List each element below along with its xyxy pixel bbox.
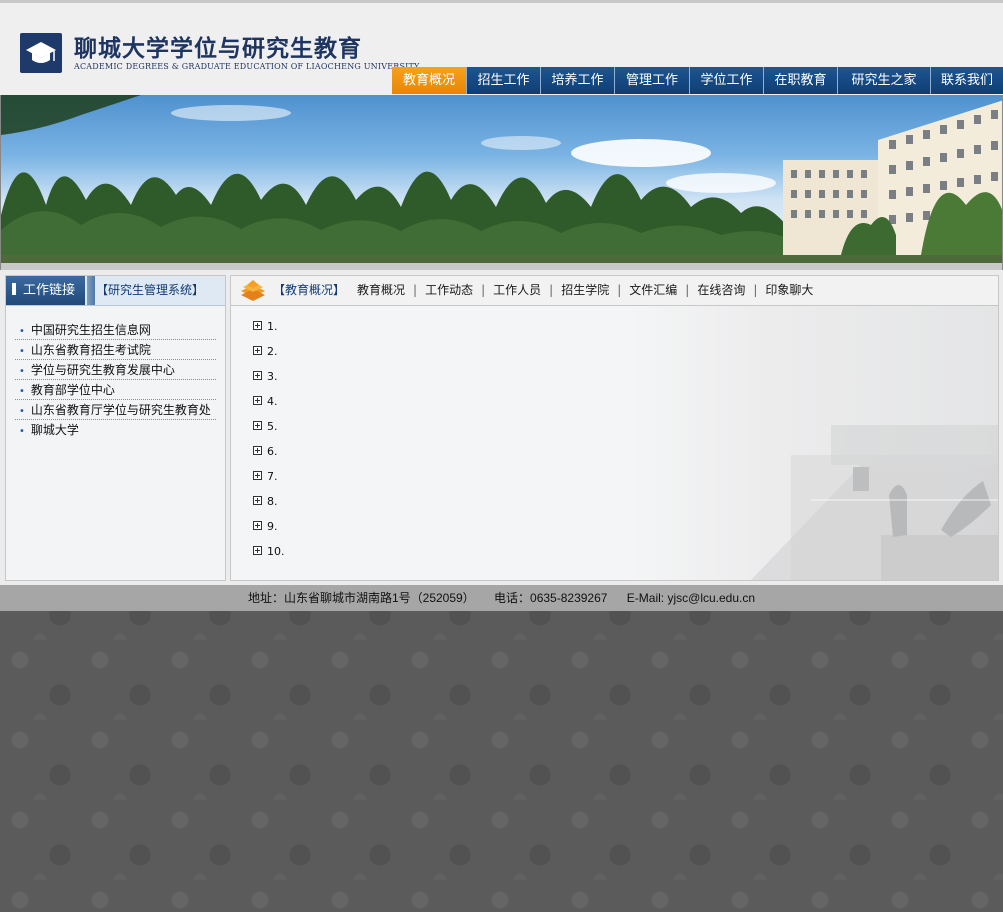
expand-plus-icon (253, 421, 262, 430)
work-links-list: • 中国研究生招生信息网 • 山东省教育招生考试院 • 学位与研究生教育发展中心 • 教… (15, 320, 216, 440)
expand-plus-icon (253, 471, 262, 480)
list-item[interactable]: 7. (253, 471, 285, 496)
bullet-icon: • (19, 386, 25, 397)
list-item[interactable]: 10. (253, 546, 285, 571)
header-separator (87, 276, 95, 305)
expand-plus-icon (253, 496, 262, 505)
overview-list: 1. 2. 3. 4. 5. 6. 7. 8. 9. 10. (253, 321, 285, 571)
list-item-label: 3. (267, 370, 278, 383)
subnav-impression[interactable]: 印象聊大 (765, 276, 813, 305)
list-item[interactable]: 3. (253, 371, 285, 396)
link-item[interactable]: • 山东省教育招生考试院 (15, 340, 216, 360)
links-panel: 工作链接 【研究生管理系统】 • 中国研究生招生信息网 • 山东省教育招生考试院 •… (5, 275, 226, 581)
list-item-label: 6. (267, 445, 278, 458)
list-item[interactable]: 1. (253, 321, 285, 346)
link-item[interactable]: • 山东省教育厅学位与研究生教育处 (15, 400, 216, 420)
nav-item-management[interactable]: 管理工作 (614, 67, 689, 94)
bullet-icon: • (19, 346, 25, 357)
work-links-tab[interactable]: 工作链接 (6, 276, 85, 305)
subnav-news[interactable]: 工作动态 (425, 276, 473, 305)
links-panel-header: 工作链接 【研究生管理系统】 (6, 276, 225, 306)
expand-plus-icon (253, 521, 262, 530)
nav-item-admissions[interactable]: 招生工作 (466, 67, 540, 94)
list-item[interactable]: 9. (253, 521, 285, 546)
link-label: 中国研究生招生信息网 (30, 323, 151, 337)
subnav-separator: | (413, 283, 418, 297)
link-item[interactable]: • 学位与研究生教育发展中心 (15, 360, 216, 380)
subnav-separator: | (753, 283, 758, 297)
nav-item-overview[interactable]: 教育概况 (392, 67, 466, 94)
graduation-cap-icon (20, 33, 62, 73)
decorative-watermark (751, 425, 998, 580)
list-item-label: 5. (267, 420, 278, 433)
subnav-separator: | (617, 283, 622, 297)
list-item-label: 1. (267, 320, 278, 333)
expand-plus-icon (253, 446, 262, 455)
expand-plus-icon (253, 321, 262, 330)
bullet-icon: • (19, 426, 25, 437)
main-panel-header: 【教育概况】 教育概况 | 工作动态 | 工作人员 | 招生学院 | 文件汇编 | 在线咨… (231, 276, 998, 306)
list-item[interactable]: 2. (253, 346, 285, 371)
link-item[interactable]: • 教育部学位中心 (15, 380, 216, 400)
logo-chinese-title: 聊城大学学位与研究生教育 (74, 35, 362, 62)
subnav-separator: | (549, 283, 554, 297)
bullet-icon: • (19, 326, 25, 337)
nav-item-contact[interactable]: 联系我们 (930, 67, 1003, 94)
list-item[interactable]: 5. (253, 421, 285, 446)
link-label: 山东省教育厅学位与研究生教育处 (30, 403, 211, 417)
link-label: 山东省教育招生考试院 (30, 343, 151, 357)
link-label: 聊城大学 (30, 423, 79, 437)
main-nav: 教育概况 招生工作 培养工作 管理工作 学位工作 在职教育 研究生之家 联系我们 (392, 67, 1003, 95)
link-item[interactable]: • 中国研究生招生信息网 (15, 320, 216, 340)
page: 聊城大学学位与研究生教育 ACADEMIC DEGREES & GRADUATE… (0, 0, 1003, 912)
tab-marker-icon (12, 283, 16, 295)
expand-plus-icon (253, 346, 262, 355)
subnav-separator: | (481, 283, 486, 297)
graduate-system-link[interactable]: 【研究生管理系统】 (96, 276, 204, 305)
expand-plus-icon (253, 546, 262, 555)
link-label: 学位与研究生教育发展中心 (30, 363, 175, 377)
nav-item-graduate-home[interactable]: 研究生之家 (837, 67, 930, 94)
footer: 地址：山东省聊城市湖南路1号（252059） 电话：0635-8239267 E… (0, 585, 1003, 611)
content-area: 工作链接 【研究生管理系统】 • 中国研究生招生信息网 • 山东省教育招生考试院 •… (0, 270, 1003, 585)
nav-item-training[interactable]: 培养工作 (540, 67, 614, 94)
books-icon (241, 280, 265, 301)
list-item-label: 4. (267, 395, 278, 408)
bullet-icon: • (19, 366, 25, 377)
list-item[interactable]: 8. (253, 496, 285, 521)
list-item-label: 8. (267, 495, 278, 508)
expand-plus-icon (253, 371, 262, 380)
list-item-label: 7. (267, 470, 278, 483)
bullet-icon: • (19, 406, 25, 417)
list-item[interactable]: 4. (253, 396, 285, 421)
expand-plus-icon (253, 396, 262, 405)
subnav-colleges[interactable]: 招生学院 (561, 276, 609, 305)
list-item-label: 10. (267, 545, 285, 558)
subnav-staff[interactable]: 工作人员 (493, 276, 541, 305)
footer-phone: 电话：0635-8239267 (494, 591, 608, 605)
current-section: 【教育概况】 (273, 283, 346, 297)
nav-item-inservice[interactable]: 在职教育 (763, 67, 837, 94)
subnav-overview[interactable]: 教育概况 (357, 276, 405, 305)
logo-english-title: ACADEMIC DEGREES & GRADUATE EDUCATION OF… (74, 62, 420, 71)
list-item-label: 9. (267, 520, 278, 533)
sub-nav: 【教育概况】 教育概况 | 工作动态 | 工作人员 | 招生学院 | 文件汇编 | 在线咨… (273, 276, 813, 305)
subnav-consult[interactable]: 在线咨询 (697, 276, 745, 305)
link-label: 教育部学位中心 (30, 383, 115, 397)
subnav-separator: | (685, 283, 690, 297)
footer-address: 地址：山东省聊城市湖南路1号（252059） (247, 591, 475, 605)
footer-email: E-Mail: yjsc@lcu.edu.cn (626, 591, 756, 605)
site-logo[interactable]: 聊城大学学位与研究生教育 ACADEMIC DEGREES & GRADUATE… (20, 29, 419, 77)
header: 聊城大学学位与研究生教育 ACADEMIC DEGREES & GRADUATE… (0, 0, 1003, 95)
list-item-label: 2. (267, 345, 278, 358)
link-item[interactable]: • 聊城大学 (15, 420, 216, 440)
campus-banner (0, 95, 1003, 270)
main-panel: 【教育概况】 教育概况 | 工作动态 | 工作人员 | 招生学院 | 文件汇编 | 在线咨… (230, 275, 999, 581)
list-item[interactable]: 6. (253, 446, 285, 471)
work-links-tab-label: 工作链接 (23, 283, 76, 298)
subnav-documents[interactable]: 文件汇编 (629, 276, 677, 305)
nav-item-degrees[interactable]: 学位工作 (689, 67, 763, 94)
campus-banner-image (1, 95, 1002, 270)
